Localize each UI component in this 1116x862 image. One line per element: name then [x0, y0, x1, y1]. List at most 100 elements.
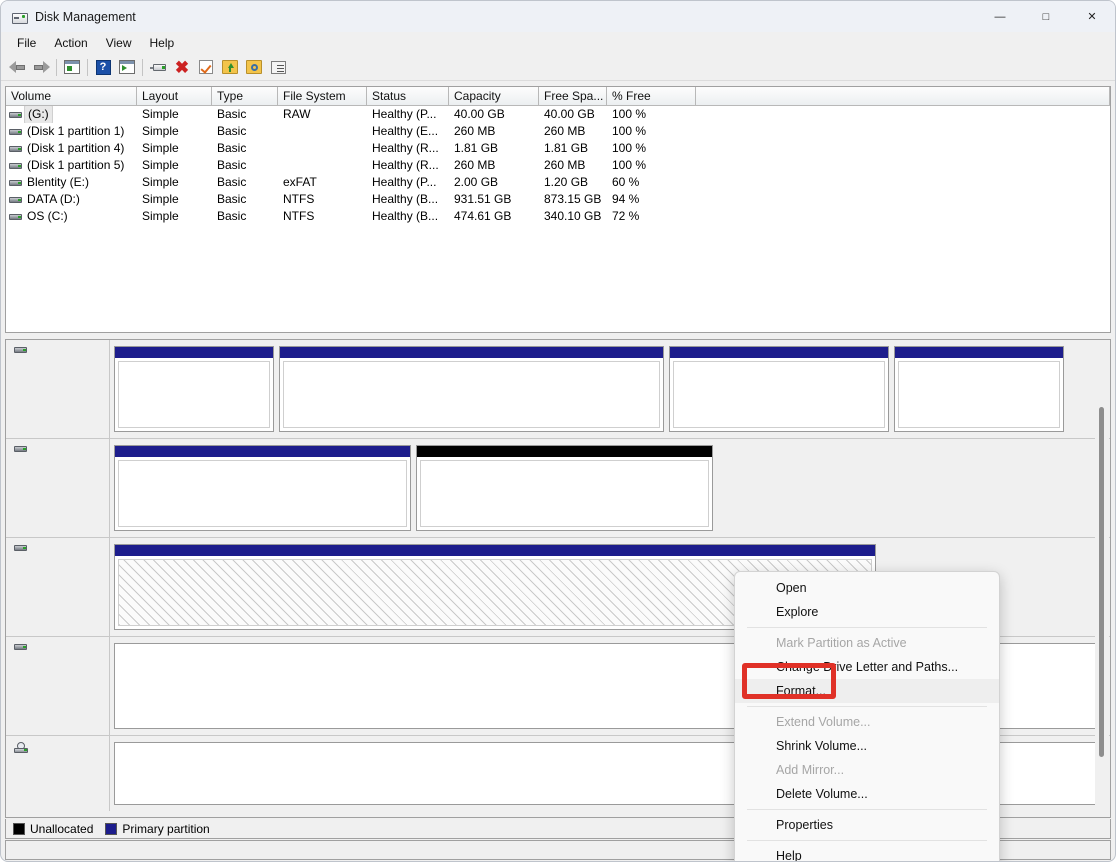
cell-volume: Blentity (E:) [6, 174, 137, 191]
volume-name: (G:) [24, 106, 53, 123]
column-header-capacity[interactable]: Capacity [449, 87, 539, 106]
context-menu-item-explore[interactable]: Explore [735, 600, 999, 624]
context-menu-item-properties[interactable]: Properties [735, 813, 999, 837]
disk-info-panel[interactable] [6, 439, 110, 537]
folder-search-icon[interactable] [242, 56, 266, 78]
volume-icon [9, 145, 22, 153]
context-menu-item-change-drive-letter-and-paths[interactable]: Change Drive Letter and Paths... [735, 655, 999, 679]
cell-file-system: exFAT [283, 175, 317, 189]
table-row[interactable]: OS (C:) Simple Basic NTFS Healthy (B... 474.6… [6, 208, 1110, 225]
legend-label-primary-partition: Primary partition [122, 821, 210, 836]
cell-status: Healthy (R... [372, 141, 439, 155]
disk-line-2 [14, 653, 109, 670]
show-hide-console-tree-icon[interactable] [60, 56, 84, 78]
cell-type: Basic [217, 107, 247, 121]
cell-capacity: 40.00 GB [454, 107, 505, 121]
menu-view[interactable]: View [97, 34, 141, 52]
cell-type: Basic [217, 124, 247, 138]
disk-info-panel[interactable] [6, 538, 110, 636]
cell-file-system: NTFS [283, 209, 315, 223]
cell-volume: (Disk 1 partition 4) [6, 140, 137, 157]
volume-list[interactable]: Volume Layout Type File System Status Ca… [5, 86, 1111, 333]
volume-icon [9, 128, 22, 136]
partition-body [118, 460, 407, 527]
context-menu-separator [747, 627, 987, 628]
context-menu-item-shrink-volume[interactable]: Shrink Volume... [735, 734, 999, 758]
disk-partitions [110, 439, 1110, 537]
help-icon[interactable]: ? [91, 56, 115, 78]
disk-title [14, 742, 109, 753]
rescan-disks-icon[interactable] [146, 56, 170, 78]
delete-icon[interactable]: ✖ [170, 56, 194, 78]
disk-row-disk-1[interactable] [6, 340, 1110, 439]
volume-name: OS (C:) [27, 209, 68, 223]
forward-arrow-icon[interactable] [29, 56, 53, 78]
context-menu-item-open[interactable]: Open [735, 576, 999, 600]
partition-block[interactable] [894, 346, 1064, 432]
cell-capacity: 931.51 GB [454, 192, 512, 206]
cell-file-system [278, 157, 367, 174]
partition-body [118, 361, 270, 428]
table-row[interactable]: (Disk 1 partition 1) Simple Basic Healthy (… [6, 123, 1110, 140]
minimize-button[interactable]: — [977, 1, 1023, 32]
list-properties-icon[interactable] [266, 56, 290, 78]
disk-row-disk-2[interactable] [6, 439, 1110, 538]
column-header-status[interactable]: Status [367, 87, 449, 106]
column-header-type[interactable]: Type [212, 87, 278, 106]
menu-action[interactable]: Action [45, 34, 96, 52]
scrollbar-thumb[interactable] [1099, 407, 1104, 757]
folder-up-icon[interactable] [218, 56, 242, 78]
table-row[interactable]: (Disk 1 partition 4) Simple Basic Healthy (… [6, 140, 1110, 157]
partition-color-bar [115, 347, 273, 358]
disk-info-panel[interactable] [6, 637, 110, 735]
window-title: Disk Management [35, 9, 136, 24]
partition-block[interactable] [669, 346, 889, 432]
column-header-volume[interactable]: Volume [6, 87, 137, 106]
partition-block[interactable] [279, 346, 664, 432]
legend-swatch-primary-partition [105, 822, 118, 835]
context-menu-separator [747, 706, 987, 707]
title-bar: Disk Management — □ ✕ [1, 1, 1115, 32]
table-row[interactable]: (Disk 1 partition 5) Simple Basic Healthy (… [6, 157, 1110, 174]
disk-info-panel[interactable] [6, 340, 110, 438]
cell-status: Healthy (E... [372, 124, 439, 138]
volume-list-body: (G:) Simple Basic RAW Healthy (P... 40.00 GB 4… [6, 106, 1110, 225]
column-header-file-system[interactable]: File System [278, 87, 367, 106]
column-header-layout[interactable]: Layout [137, 87, 212, 106]
cell-file-system [278, 140, 367, 157]
cell-status: Healthy (B... [372, 192, 439, 206]
context-menu-item-format[interactable]: Format... [735, 679, 999, 703]
close-button[interactable]: ✕ [1069, 1, 1115, 32]
show-action-pane-icon[interactable] [115, 56, 139, 78]
properties-check-icon[interactable] [194, 56, 218, 78]
partition-block[interactable] [114, 346, 274, 432]
cell-status: Healthy (B... [372, 209, 439, 223]
cell-layout: Simple [142, 158, 179, 172]
menu-help[interactable]: Help [141, 34, 184, 52]
maximize-button[interactable]: □ [1023, 1, 1069, 32]
table-row[interactable]: DATA (D:) Simple Basic NTFS Healthy (B... 931… [6, 191, 1110, 208]
column-header-percent-free[interactable]: % Free [607, 87, 696, 106]
partition-block[interactable] [416, 445, 713, 531]
context-menu[interactable]: Open Explore Mark Partition as Active Chang… [734, 571, 1000, 861]
volume-list-header: Volume Layout Type File System Status Ca… [6, 87, 1110, 106]
cell-layout: Simple [142, 209, 179, 223]
disk-management-icon [11, 9, 28, 25]
volume-icon [9, 179, 22, 187]
disk-title [14, 445, 109, 453]
partition-block[interactable] [114, 445, 411, 531]
column-header-free-space[interactable]: Free Spa... [539, 87, 607, 106]
context-menu-item-help[interactable]: Help [735, 844, 999, 861]
back-arrow-icon[interactable] [5, 56, 29, 78]
disk-icon [14, 544, 27, 552]
cell-volume: DATA (D:) [6, 191, 137, 208]
disk-info-panel[interactable] [6, 736, 110, 811]
table-row[interactable]: (G:) Simple Basic RAW Healthy (P... 40.00 GB 4… [6, 106, 1110, 123]
cell-percent-free: 100 % [612, 107, 647, 121]
menu-file[interactable]: File [8, 34, 45, 52]
legend-item-primary-partition: Primary partition [105, 821, 210, 836]
context-menu-item-delete-volume[interactable]: Delete Volume... [735, 782, 999, 806]
table-row[interactable]: Blentity (E:) Simple Basic exFAT Healthy (P.… [6, 174, 1110, 191]
disk-pane-scrollbar[interactable] [1095, 341, 1109, 816]
disk-partitions [110, 340, 1110, 438]
